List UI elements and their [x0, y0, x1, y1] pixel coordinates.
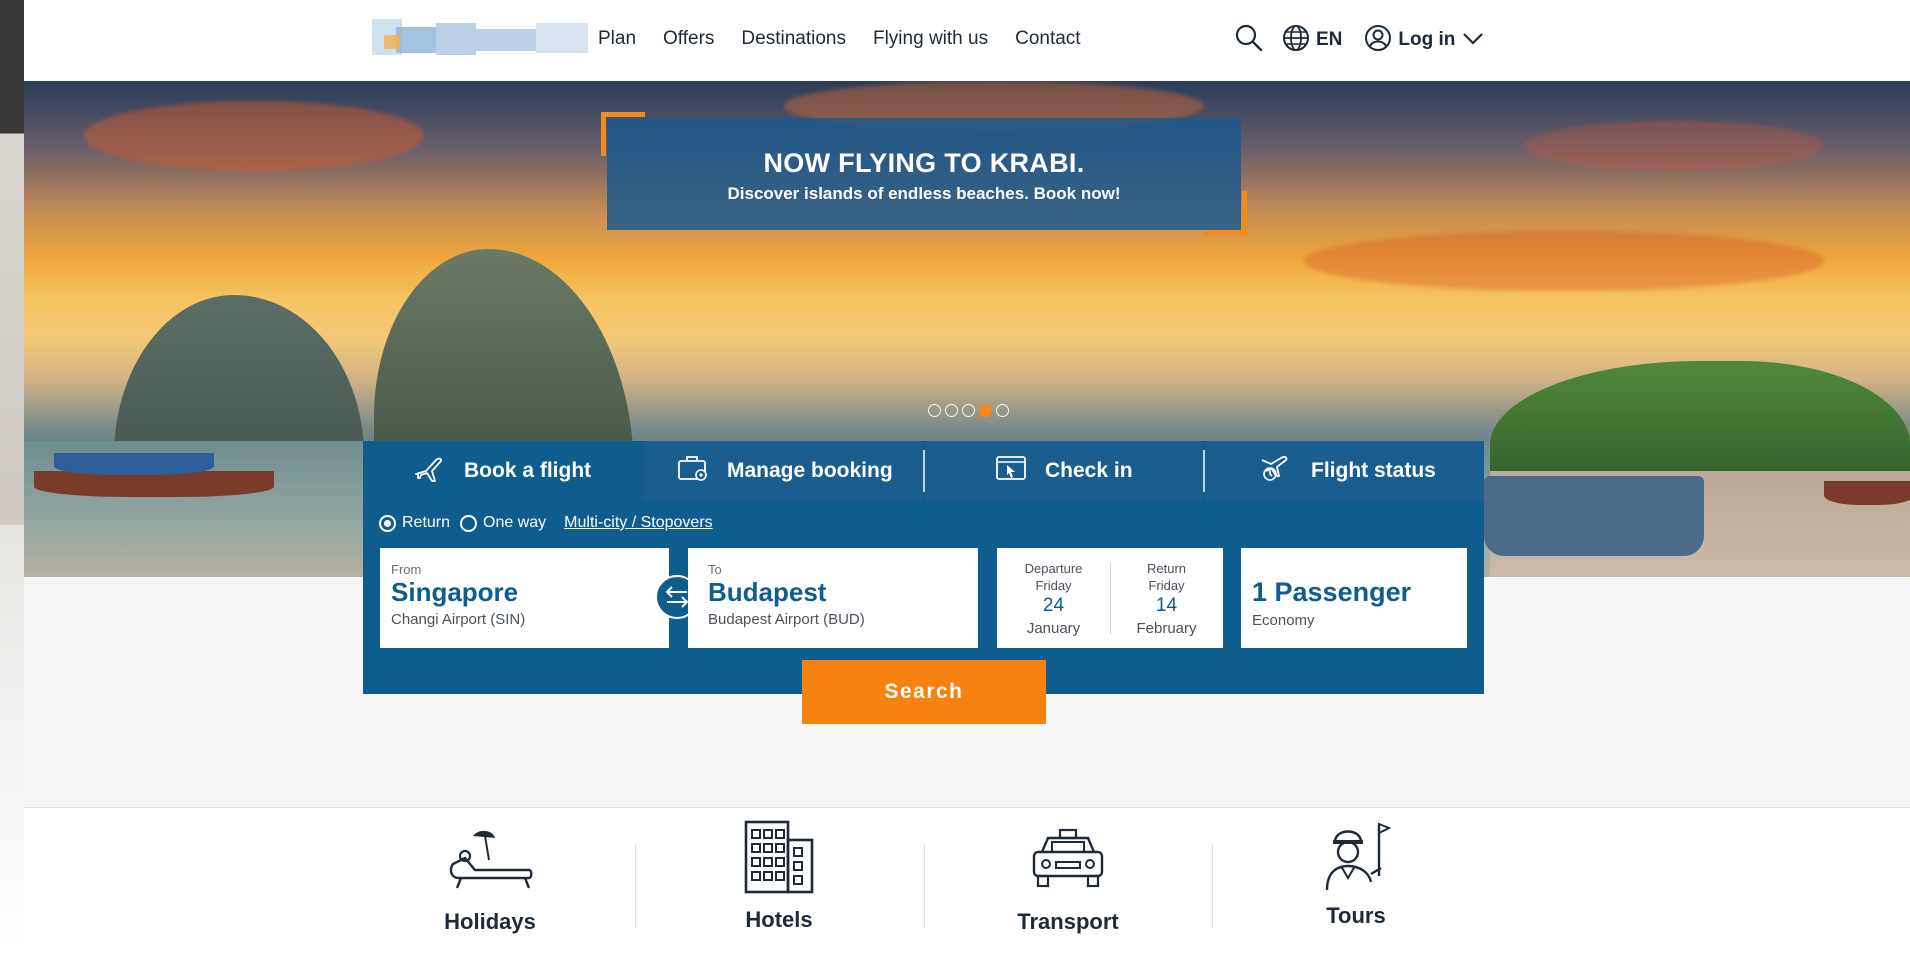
- tab-label: Check in: [1045, 459, 1133, 482]
- passengers-field[interactable]: 1 Passenger Economy: [1241, 548, 1467, 648]
- category-divider: [1212, 844, 1213, 928]
- plane-icon: [414, 454, 446, 488]
- carousel-dot[interactable]: [928, 404, 941, 417]
- to-field[interactable]: To Budapest Budapest Airport (BUD): [688, 548, 978, 648]
- departure-date[interactable]: Departure Friday 24 January: [997, 560, 1110, 637]
- return-weekday: Friday: [1148, 578, 1185, 593]
- sunbed-icon: [445, 830, 535, 896]
- promo-corner: [1203, 191, 1247, 235]
- category-divider: [924, 844, 925, 928]
- login-link[interactable]: Log in: [1398, 29, 1455, 51]
- trip-type-one-way[interactable]: One way: [460, 514, 546, 532]
- category-label: Holidays: [444, 909, 536, 934]
- departure-month: January: [1026, 620, 1081, 637]
- departure-day: 24: [1042, 595, 1065, 616]
- radio-one-way[interactable]: [460, 514, 478, 532]
- background-edge: [0, 0, 24, 955]
- site-header: Plan Offers Destinations Flying with us …: [24, 0, 1910, 81]
- tab-book-a-flight[interactable]: Book a flight: [363, 441, 643, 501]
- category-bar: Holidays Hotels Transport Tours: [24, 807, 1910, 955]
- briefcase-icon: [677, 454, 709, 488]
- category-label: Tours: [1326, 903, 1386, 928]
- category-divider: [635, 844, 636, 928]
- trip-type-label: Return: [402, 514, 451, 531]
- trip-type-return[interactable]: Return: [379, 514, 450, 532]
- tab-label: Manage booking: [727, 459, 893, 482]
- multicity-link[interactable]: Multi-city / Stopovers: [564, 514, 712, 532]
- promo-subtitle: Discover islands of endless beaches. Boo…: [727, 184, 1121, 203]
- chevron-down-icon[interactable]: [1461, 26, 1485, 55]
- carousel-dot[interactable]: [945, 404, 958, 417]
- return-date[interactable]: Return Friday 14 February: [1110, 560, 1223, 637]
- nav-offers[interactable]: Offers: [663, 28, 714, 50]
- departure-label: Departure: [1024, 561, 1083, 576]
- radio-return[interactable]: [379, 514, 396, 532]
- main-nav: Plan Offers Destinations Flying with us …: [598, 28, 1108, 50]
- tab-label: Flight status: [1311, 459, 1436, 482]
- booking-tabs: Book a flight Manage booking Check in Fl…: [363, 441, 1484, 501]
- carousel-dot[interactable]: [996, 404, 1009, 417]
- promo-box[interactable]: NOW FLYING TO KRABI. Discover islands of…: [607, 118, 1241, 230]
- brand-logo[interactable]: [366, 13, 591, 61]
- carousel-dot[interactable]: [962, 404, 975, 417]
- tab-manage-booking[interactable]: Manage booking: [643, 441, 923, 501]
- car-icon: [1028, 828, 1108, 896]
- category-label: Transport: [1017, 909, 1119, 934]
- guide-icon: [1321, 822, 1392, 898]
- to-label: To: [708, 562, 722, 577]
- carousel-dots: [928, 404, 1009, 417]
- category-label: Hotels: [745, 907, 813, 932]
- hotel-icon: [742, 820, 816, 898]
- tab-flight-status[interactable]: Flight status: [1205, 441, 1484, 501]
- nav-flying-with-us[interactable]: Flying with us: [873, 28, 988, 50]
- from-city: Singapore: [391, 577, 519, 607]
- user-icon[interactable]: [1364, 24, 1392, 57]
- from-airport: Changi Airport (SIN): [391, 611, 526, 628]
- category-tours[interactable]: Tours: [1246, 820, 1466, 929]
- return-month: February: [1136, 620, 1197, 637]
- checkin-icon: [995, 454, 1027, 488]
- globe-icon[interactable]: [1282, 24, 1310, 57]
- category-hotels[interactable]: Hotels: [669, 818, 889, 933]
- nav-destinations[interactable]: Destinations: [741, 28, 846, 50]
- nav-plan[interactable]: Plan: [598, 28, 636, 50]
- from-field[interactable]: From Singapore Changi Airport (SIN): [380, 548, 669, 648]
- return-label: Return: [1146, 561, 1187, 576]
- carousel-dot-active[interactable]: [979, 404, 992, 417]
- departure-weekday: Friday: [1035, 578, 1072, 593]
- to-airport: Budapest Airport (BUD): [708, 611, 865, 628]
- promo-title: NOW FLYING TO KRABI.: [763, 148, 1085, 178]
- date-field[interactable]: Departure Friday 24 January Return Frida…: [997, 548, 1223, 648]
- trip-type-row: Return One way Multi-city / Stopovers: [379, 514, 713, 532]
- cabin-class: Economy: [1252, 612, 1315, 629]
- search-button[interactable]: Search: [802, 660, 1046, 724]
- nav-contact[interactable]: Contact: [1015, 28, 1080, 50]
- trip-type-label: One way: [483, 514, 547, 531]
- search-icon[interactable]: [1234, 23, 1264, 58]
- flight-status-icon: [1259, 454, 1293, 488]
- return-day: 14: [1155, 595, 1178, 616]
- category-transport[interactable]: Transport: [958, 826, 1178, 935]
- booking-widget: Book a flight Manage booking Check in Fl…: [363, 441, 1484, 694]
- tab-check-in[interactable]: Check in: [925, 441, 1203, 501]
- language-selector[interactable]: EN: [1316, 29, 1342, 51]
- from-label: From: [391, 562, 422, 577]
- passenger-count: 1 Passenger: [1252, 577, 1412, 607]
- tab-label: Book a flight: [464, 459, 592, 482]
- to-city: Budapest: [708, 577, 827, 607]
- header-actions: EN Log in: [1234, 22, 1485, 58]
- category-holidays[interactable]: Holidays: [380, 826, 600, 935]
